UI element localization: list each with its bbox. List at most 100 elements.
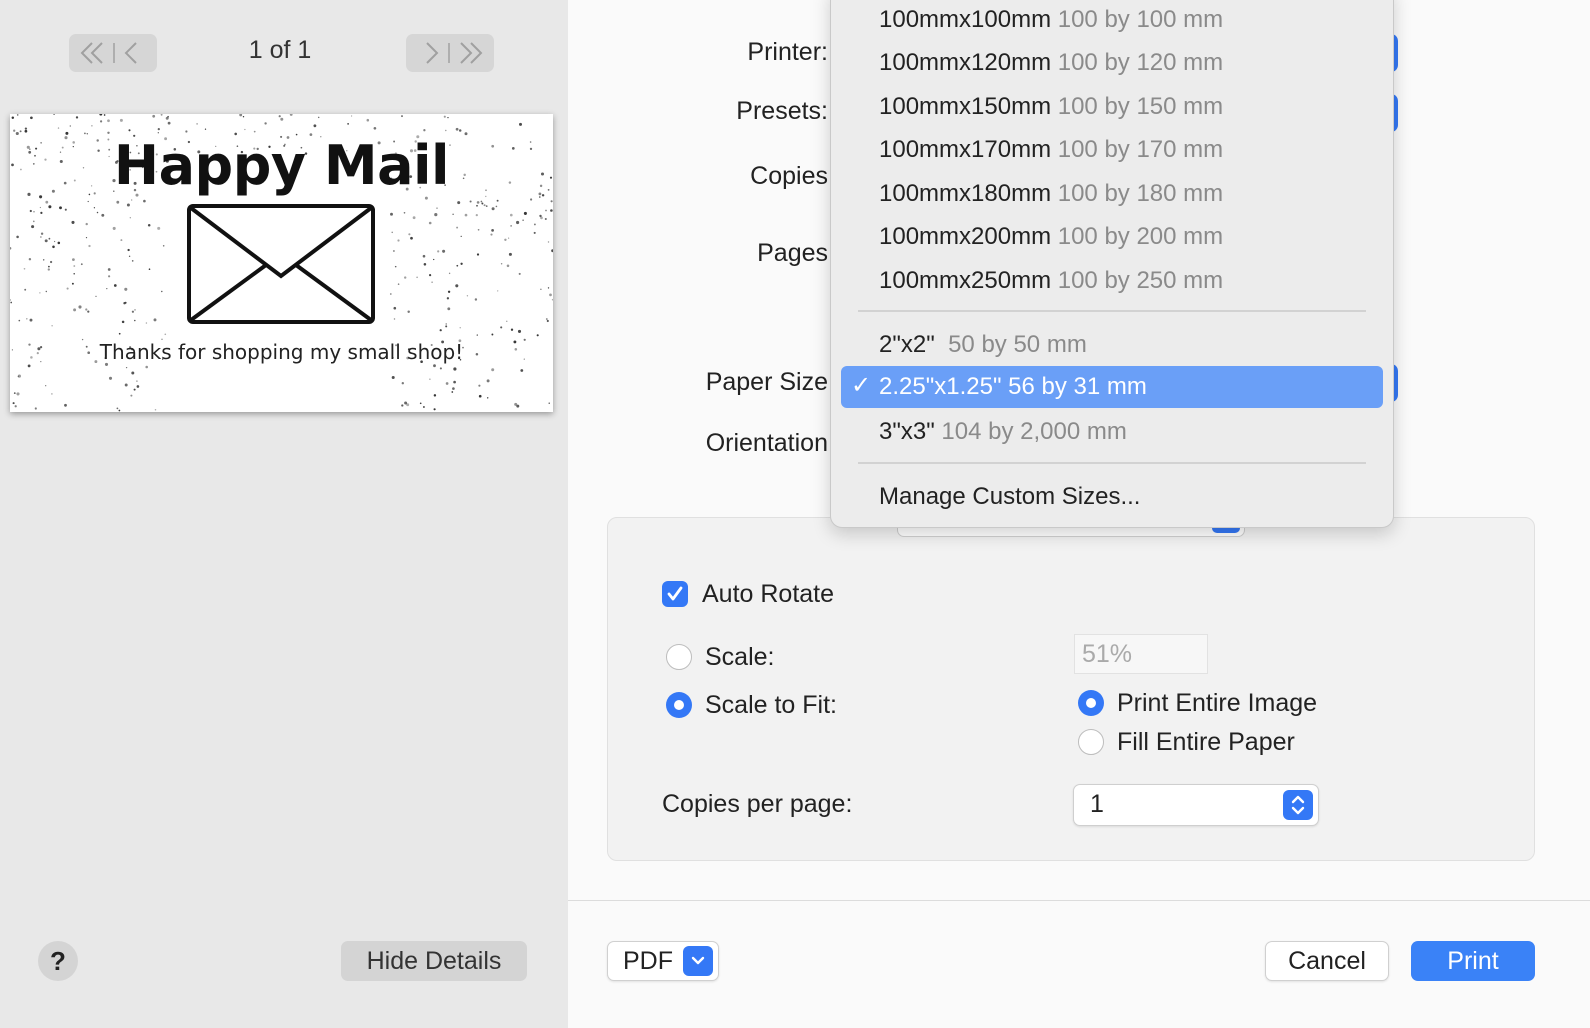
- print-button[interactable]: Print: [1411, 941, 1535, 981]
- preview-image-title: Happy Mail: [113, 134, 450, 197]
- speckle-dot: [410, 236, 413, 240]
- speckle-dot: [433, 258, 435, 261]
- menu-item-100x250[interactable]: 100mmx250mm 100 by 250 mm: [879, 267, 1223, 295]
- speckle-dot: [30, 116, 33, 120]
- copies-per-page-value: 1: [1090, 790, 1104, 818]
- manage-custom-sizes-item[interactable]: Manage Custom Sizes...: [879, 483, 1140, 511]
- speckle-dot: [460, 235, 462, 238]
- speckle-dot: [108, 376, 113, 380]
- fill-entire-paper-radio[interactable]: [1078, 729, 1104, 755]
- speckle-dot: [412, 216, 416, 220]
- speckle-dot: [154, 409, 157, 411]
- menu-item-100x100[interactable]: 100mmx100mm 100 by 100 mm: [879, 6, 1223, 34]
- speckle-dot: [242, 116, 245, 118]
- speckle-dot: [428, 221, 432, 225]
- speckle-dot: [75, 116, 79, 119]
- pdf-menu-button[interactable]: PDF: [607, 941, 719, 981]
- speckle-dot: [551, 249, 553, 253]
- scale-radio[interactable]: [666, 644, 692, 670]
- speckle-dot: [72, 258, 75, 261]
- menu-item-100x120[interactable]: 100mmx120mm 100 by 120 mm: [879, 49, 1223, 77]
- hide-details-button[interactable]: Hide Details: [341, 941, 527, 981]
- speckle-dot: [14, 405, 17, 408]
- scale-to-fit-radio[interactable]: [666, 692, 692, 718]
- speckle-dot: [253, 130, 256, 133]
- speckle-dot: [73, 265, 76, 267]
- speckle-dot: [136, 385, 140, 388]
- first-previous-arrows-icon: [80, 42, 137, 64]
- speckle-dot: [442, 249, 446, 253]
- checkmark-icon: ✓: [851, 372, 872, 399]
- speckle-dot: [433, 408, 436, 411]
- speckle-dot: [455, 127, 459, 131]
- speckle-dot: [452, 213, 454, 215]
- speckle-dot: [28, 257, 32, 261]
- speckle-dot: [118, 409, 121, 412]
- menu-item-2x2[interactable]: 2"x2" 50 by 50 mm: [879, 331, 1087, 359]
- speckle-dot: [431, 281, 433, 283]
- first-previous-page-button[interactable]: [69, 34, 157, 72]
- menu-item-100x150[interactable]: 100mmx150mm 100 by 150 mm: [879, 93, 1223, 121]
- menu-separator: [858, 310, 1366, 312]
- auto-rotate-checkbox[interactable]: [662, 581, 688, 607]
- speckle-dot: [18, 319, 21, 322]
- print-entire-image-radio[interactable]: [1078, 690, 1104, 716]
- menu-item-100x170[interactable]: 100mmx170mm 100 by 170 mm: [879, 136, 1223, 164]
- speckle-dot: [93, 207, 96, 209]
- speckle-dot: [126, 203, 130, 207]
- speckle-dot: [10, 299, 11, 301]
- speckle-dot: [106, 287, 108, 290]
- speckle-dot: [523, 211, 527, 215]
- help-button[interactable]: ?: [38, 941, 78, 981]
- speckle-dot: [11, 116, 15, 120]
- speckle-dot: [516, 404, 520, 408]
- speckle-dot: [42, 259, 45, 261]
- copies-per-page-select[interactable]: 1: [1073, 784, 1319, 826]
- menu-item-3x3[interactable]: 3"x3" 104 by 2,000 mm: [879, 418, 1127, 446]
- speckle-dot: [509, 213, 513, 217]
- speckle-dot: [536, 334, 539, 337]
- speckle-dot: [464, 213, 468, 217]
- speckle-dot: [373, 126, 377, 130]
- speckle-dot: [116, 407, 119, 410]
- speckle-dot: [390, 212, 393, 216]
- speckle-dot: [99, 120, 103, 123]
- speckle-dot: [87, 310, 90, 313]
- speckle-dot: [433, 364, 436, 368]
- speckle-dot: [40, 211, 43, 215]
- speckle-dot: [107, 268, 111, 271]
- speckle-dot: [57, 241, 61, 245]
- speckle-dot: [53, 114, 56, 115]
- cancel-button[interactable]: Cancel: [1265, 941, 1389, 981]
- speckle-dot: [204, 128, 207, 130]
- speckle-dot: [48, 237, 51, 240]
- scale-input[interactable]: 51%: [1074, 634, 1208, 674]
- speckle-dot: [351, 115, 353, 117]
- next-last-page-button[interactable]: [406, 34, 494, 72]
- speckle-dot: [393, 306, 397, 310]
- menu-item-100x180[interactable]: 100mmx180mm 100 by 180 mm: [879, 180, 1223, 208]
- speckle-dot: [147, 223, 151, 227]
- speckle-dot: [39, 292, 41, 294]
- speckle-dot: [437, 250, 440, 253]
- menu-item-100x200[interactable]: 100mmx200mm 100 by 200 mm: [879, 223, 1223, 251]
- speckle-dot: [480, 200, 483, 203]
- speckle-dot: [160, 114, 163, 116]
- speckle-dot: [439, 329, 442, 332]
- chevron-down-icon: [683, 946, 713, 976]
- speckle-dot: [33, 210, 35, 213]
- speckle-dot: [436, 207, 438, 209]
- speckle-dot: [91, 124, 93, 127]
- speckle-dot: [107, 119, 110, 123]
- menu-item-2-25x1-25-selected[interactable]: ✓ 2.25"x1.25" 56 by 31 mm: [841, 366, 1383, 408]
- speckle-dot: [66, 287, 69, 290]
- speckle-dot: [128, 255, 131, 258]
- speckle-dot: [456, 264, 459, 267]
- speckle-dot: [29, 318, 33, 322]
- speckle-dot: [95, 295, 97, 298]
- speckle-dot: [545, 318, 548, 320]
- speckle-dot: [32, 220, 35, 223]
- speckle-dot: [393, 318, 396, 320]
- speckle-dot: [459, 327, 461, 329]
- speckle-dot: [128, 129, 131, 132]
